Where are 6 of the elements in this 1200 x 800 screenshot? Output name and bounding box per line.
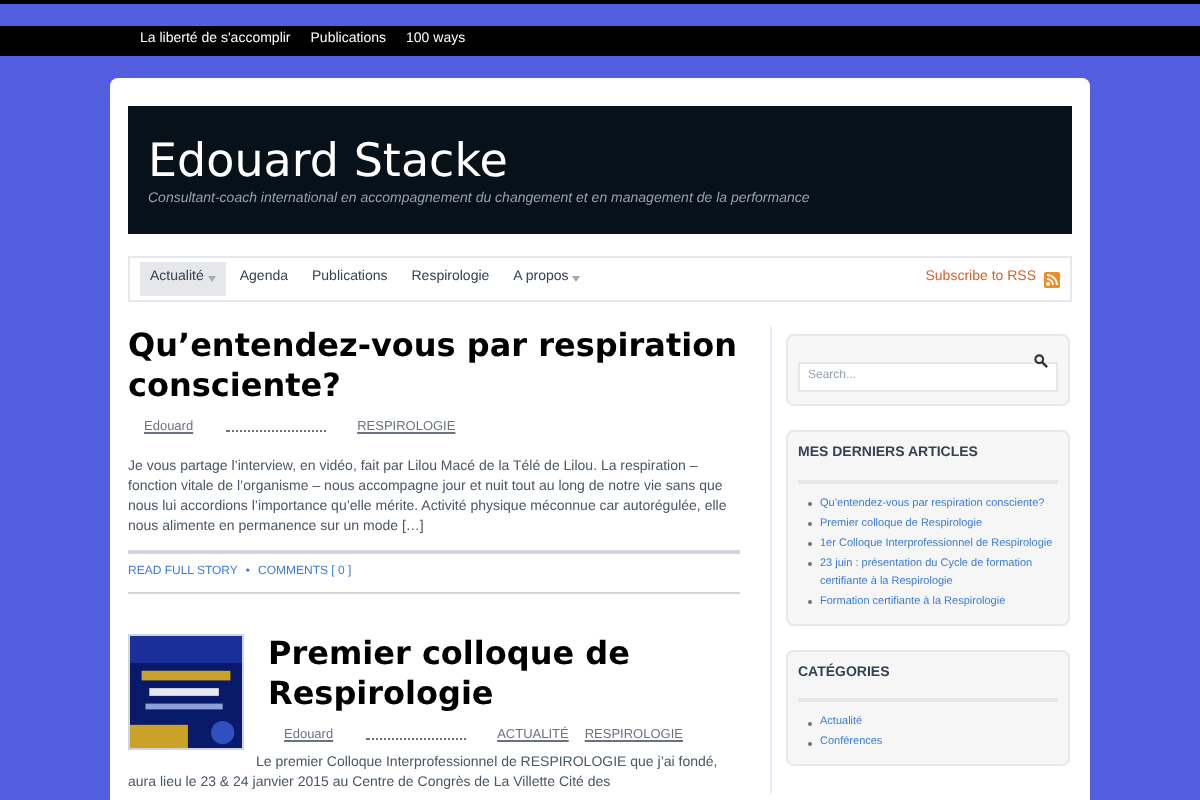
search-icon[interactable] (1034, 354, 1048, 368)
post-title[interactable]: Qu’entendez-vous par respiration consciente? (128, 326, 740, 406)
post-title[interactable]: Premier colloque de Respirologie (268, 633, 740, 714)
site-title[interactable]: Edouard Stacke (148, 138, 1072, 186)
caret-icon (572, 276, 581, 282)
caret-icon (207, 276, 216, 282)
